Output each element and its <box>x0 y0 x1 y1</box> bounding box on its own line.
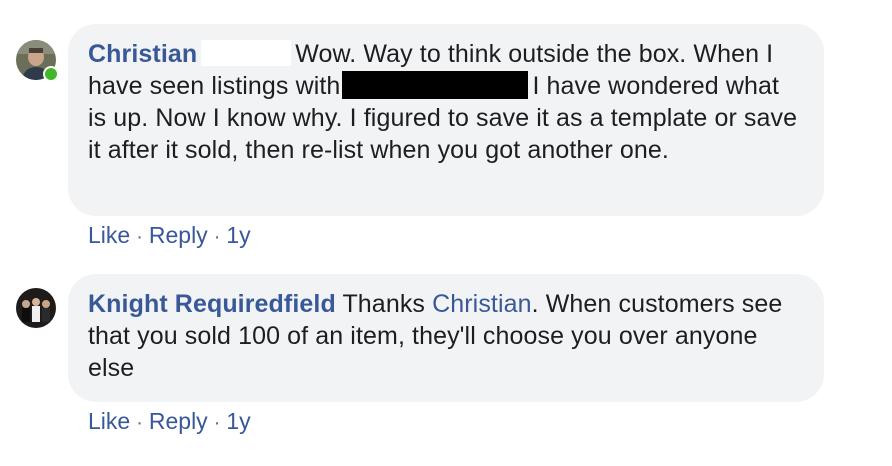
separator-dot: · <box>136 412 143 434</box>
comment-author[interactable]: Knight Requiredfield <box>88 290 336 318</box>
reply-link[interactable]: Reply <box>149 408 208 434</box>
group-photo-icon <box>16 288 56 328</box>
redacted-block <box>201 40 292 66</box>
comment-actions: Like · Reply · 1y <box>88 222 251 249</box>
timestamp-link[interactable]: 1y <box>226 222 250 248</box>
like-link[interactable]: Like <box>88 222 130 248</box>
comment-text: Thanks <box>342 290 426 318</box>
mention-link[interactable]: Christian <box>432 290 532 318</box>
comment-bubble: Knight Requiredfield Thanks Christian. W… <box>68 274 824 402</box>
separator-dot: · <box>213 226 221 248</box>
comment-bubble: Christian Wow. Way to think outside the b… <box>68 24 824 216</box>
separator-dot: · <box>213 412 221 434</box>
like-link[interactable]: Like <box>88 408 130 434</box>
online-status-icon <box>43 66 59 82</box>
avatar[interactable] <box>16 288 56 328</box>
reply-link[interactable]: Reply <box>149 222 208 248</box>
timestamp-link[interactable]: 1y <box>226 408 250 434</box>
separator-dot: · <box>136 226 143 248</box>
redacted-block <box>342 71 529 99</box>
comment-author[interactable]: Christian <box>88 40 197 68</box>
comment-actions: Like · Reply · 1y <box>88 408 251 435</box>
